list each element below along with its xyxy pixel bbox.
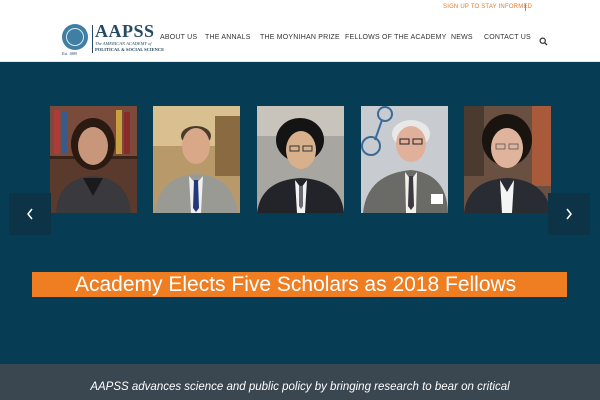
- topbar-divider: [525, 4, 526, 11]
- fellow-photo: [50, 106, 137, 213]
- brand-name: AAPSS: [95, 21, 155, 41]
- mission-band: AAPSS advances science and public policy…: [0, 364, 600, 400]
- search-icon[interactable]: [539, 33, 548, 46]
- slide-headline: Academy Elects Five Scholars as 2018 Fel…: [75, 273, 517, 296]
- nav-contact-us[interactable]: CONTACT US: [484, 34, 531, 41]
- hero-slider: Academy Elects Five Scholars as 2018 Fel…: [0, 62, 600, 364]
- site-header: Est. 1889 AAPSS The AMERICAN ACADEMY of …: [0, 14, 600, 62]
- mission-statement: AAPSS advances science and public policy…: [90, 381, 510, 393]
- fellow-photo: [257, 106, 344, 213]
- nav-news[interactable]: NEWS: [451, 34, 473, 41]
- nav-the-annals[interactable]: THE ANNALS: [205, 34, 251, 41]
- headline-banner[interactable]: Academy Elects Five Scholars as 2018 Fel…: [32, 272, 567, 297]
- established-year: Est. 1889: [62, 51, 78, 56]
- site-logo[interactable]: Est. 1889 AAPSS The AMERICAN ACADEMY of …: [62, 21, 172, 56]
- slider-next-button[interactable]: [548, 193, 590, 235]
- fellow-photo: [464, 106, 551, 213]
- chevron-left-icon: [27, 208, 33, 220]
- signup-link[interactable]: SIGN UP TO STAY INFORMED: [443, 4, 532, 10]
- nav-about-us[interactable]: ABOUT US: [160, 34, 197, 41]
- fellow-photo: [153, 106, 240, 213]
- slider-prev-button[interactable]: [9, 193, 51, 235]
- chevron-right-icon: [566, 208, 572, 220]
- nav-fellows-of-the-academy[interactable]: FELLOWS OF THE ACADEMY: [345, 34, 447, 41]
- academy-seal-icon: [62, 24, 88, 50]
- brand-subtitle-line2: POLITICAL & SOCIAL SCIENCE: [95, 47, 165, 52]
- nav-moynihan-prize[interactable]: THE MOYNIHAN PRIZE: [260, 34, 340, 41]
- fellow-photo: [361, 106, 448, 213]
- logo-divider: [92, 25, 93, 53]
- top-utility-bar: SIGN UP TO STAY INFORMED: [0, 0, 600, 14]
- brand-subtitle-line1: The AMERICAN ACADEMY of: [95, 41, 152, 46]
